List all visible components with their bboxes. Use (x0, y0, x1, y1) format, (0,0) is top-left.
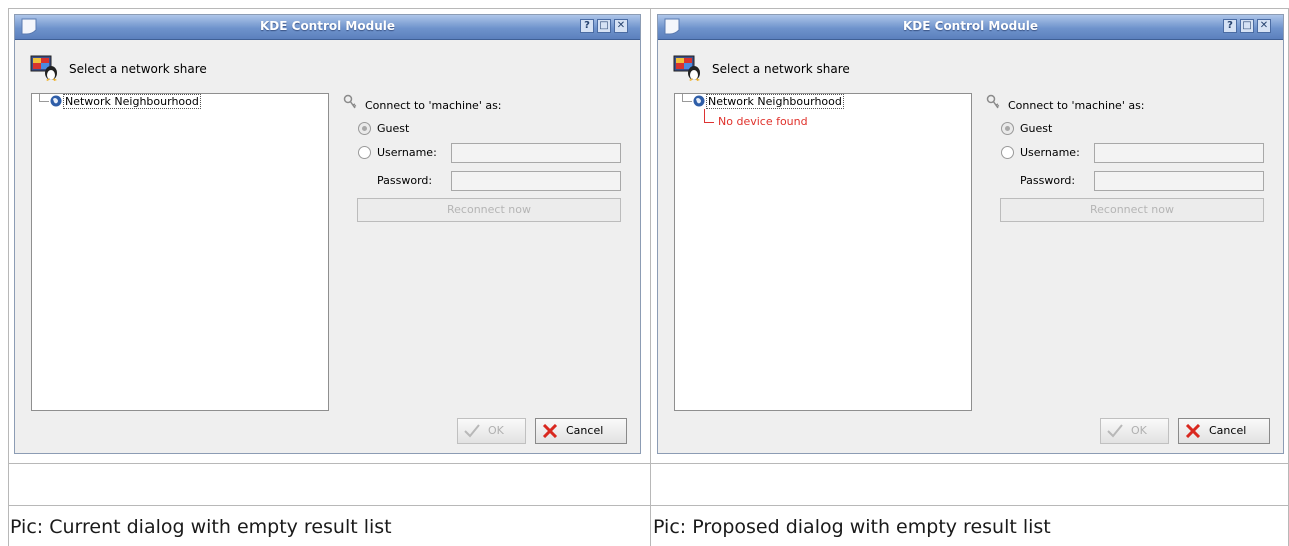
username-field[interactable] (1094, 143, 1264, 163)
username-radio[interactable] (358, 146, 371, 159)
close-button[interactable]: ✕ (1257, 19, 1271, 33)
table-divider-middle (650, 8, 651, 546)
password-field[interactable] (1094, 171, 1264, 191)
tree-branch-line (39, 94, 40, 101)
tree-child-line (704, 109, 705, 123)
caption-left: Pic: Current dialog with empty result li… (10, 516, 392, 538)
connect-label: Connect to 'machine' as: (1008, 99, 1145, 112)
checkmark-icon (1107, 424, 1123, 438)
tree-root-item[interactable]: Network Neighbourhood (706, 94, 844, 109)
cancel-x-icon (1185, 424, 1201, 438)
ok-button[interactable]: OK (457, 418, 526, 444)
tree-branch-line (39, 101, 49, 102)
cancel-button[interactable]: Cancel (1178, 418, 1270, 444)
maximize-button[interactable]: □ (1240, 19, 1254, 33)
username-label: Username: (377, 146, 437, 159)
dialog-proposed: KDE Control Module ? □ ✕ Select a networ… (657, 14, 1284, 454)
table-divider-2 (8, 505, 1289, 506)
tree-branch-line (682, 101, 692, 102)
window-title: KDE Control Module (903, 19, 1038, 33)
ok-label: OK (488, 424, 504, 437)
username-radio[interactable] (1001, 146, 1014, 159)
share-tree[interactable]: Network Neighbourhood No device found (674, 93, 972, 411)
ok-button[interactable]: OK (1100, 418, 1169, 444)
table-border-top (8, 8, 1289, 9)
monitor-network-icon (30, 55, 57, 81)
title-bar[interactable]: KDE Control Module ? □ ✕ (658, 15, 1283, 40)
table-divider-1 (8, 463, 1289, 464)
tree-child-line (704, 122, 714, 123)
ok-label: OK (1131, 424, 1147, 437)
header-text: Select a network share (69, 62, 207, 76)
checkmark-icon (464, 424, 480, 438)
tree-child-item: No device found (718, 115, 808, 128)
table-border-left (8, 8, 9, 546)
tree-branch-line (682, 94, 683, 101)
caption-right: Pic: Proposed dialog with empty result l… (653, 516, 1051, 538)
cancel-x-icon (542, 424, 558, 438)
share-tree[interactable]: Network Neighbourhood (31, 93, 329, 411)
password-field[interactable] (451, 171, 621, 191)
window-title: KDE Control Module (260, 19, 395, 33)
reconnect-button[interactable]: Reconnect now (357, 198, 621, 222)
cancel-button[interactable]: Cancel (535, 418, 627, 444)
password-label: Password: (377, 174, 433, 187)
reconnect-button[interactable]: Reconnect now (1000, 198, 1264, 222)
dialog-current: KDE Control Module ? □ ✕ Select a networ… (14, 14, 641, 454)
title-bar[interactable]: KDE Control Module ? □ ✕ (15, 15, 640, 40)
guest-radio[interactable] (1001, 122, 1014, 135)
key-icon (986, 94, 1000, 109)
close-button[interactable]: ✕ (614, 19, 628, 33)
cancel-label: Cancel (1209, 424, 1247, 437)
monitor-network-icon (673, 55, 700, 81)
help-button[interactable]: ? (1223, 19, 1237, 33)
connect-label: Connect to 'machine' as: (365, 99, 502, 112)
guest-label: Guest (377, 122, 410, 135)
cancel-label: Cancel (566, 424, 604, 437)
maximize-button[interactable]: □ (597, 19, 611, 33)
key-icon (343, 94, 357, 109)
password-label: Password: (1020, 174, 1076, 187)
globe-icon (693, 95, 705, 107)
username-label: Username: (1020, 146, 1080, 159)
tree-root-item[interactable]: Network Neighbourhood (63, 94, 201, 109)
username-field[interactable] (451, 143, 621, 163)
guest-label: Guest (1020, 122, 1053, 135)
globe-icon (50, 95, 62, 107)
header-text: Select a network share (712, 62, 850, 76)
guest-radio[interactable] (358, 122, 371, 135)
help-button[interactable]: ? (580, 19, 594, 33)
